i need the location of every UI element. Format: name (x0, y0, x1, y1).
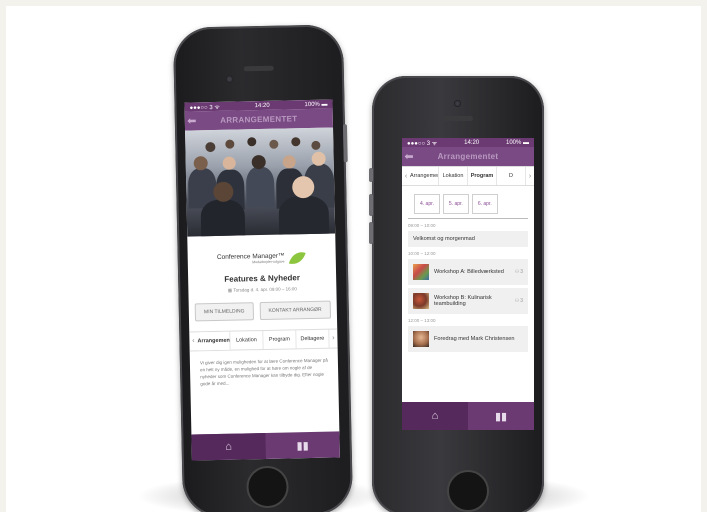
battery-indicator: 100% ▬ (304, 101, 328, 108)
workshop-a-thumbnail (413, 264, 429, 280)
nav-bar: ⬅ Arrangementet (402, 147, 534, 166)
tab-arrangement[interactable]: Arrangementet (197, 331, 231, 350)
event-title: Features & Nyheder (224, 272, 301, 284)
day-chip-1[interactable]: 4. apr. (414, 194, 440, 214)
workshop-b-thumbnail (413, 293, 429, 309)
program-item-title: Foredrag med Mark Christensen (434, 336, 515, 342)
power-button (342, 124, 348, 163)
action-buttons: MIN TILMELDING KONTAKT ARRANGØR (189, 300, 337, 321)
tabs-left-chevron-icon[interactable]: ‹ (402, 173, 410, 180)
speaker-photo (413, 331, 429, 347)
volume-down-button (369, 222, 373, 244)
carrier-signal: ●●●○○ 3 ᯤ (189, 104, 220, 112)
participant-count: 3 (520, 269, 523, 275)
event-tabs: ‹ Arrangementet Lokation Program D › (402, 166, 534, 186)
contact-organizer-button[interactable]: KONTAKT ARRANGØR (259, 300, 331, 320)
status-time: 14:20 (254, 102, 270, 109)
conference-manager-logo: Conference Manager™ Medarbejder-udgave (217, 249, 307, 269)
my-signup-button[interactable]: MIN TILMELDING (194, 301, 254, 321)
home-icon[interactable]: ⌂ (191, 432, 266, 461)
product-photo: ●●●○○ 3 ᯤ 14:20 100% ▬ ⬅ ARRANGEMENTET C… (6, 6, 701, 512)
volume-up-button (369, 194, 373, 216)
participant-icon: ⚇ (514, 269, 520, 275)
bar-chart-icon[interactable]: ▮▮ (468, 402, 534, 430)
tab-program[interactable]: Program (468, 167, 497, 185)
bar-chart-icon[interactable]: ▮▮ (265, 431, 340, 459)
time-slot: 12:00 – 13:00 (408, 318, 436, 323)
front-camera (225, 75, 234, 83)
left-phone: ●●●○○ 3 ᯤ 14:20 100% ▬ ⬅ ARRANGEMENTET C… (172, 24, 354, 512)
tab-participants[interactable]: D (497, 167, 526, 185)
home-button (246, 465, 289, 509)
bottom-tab-bar: ⌂ ▮▮ (402, 402, 534, 430)
leaf-logo-icon (288, 251, 306, 264)
tabs-right-chevron-icon[interactable]: › (329, 334, 337, 342)
program-item[interactable]: Workshop B: Kulinarisk teambuilding ⚇ 3 (408, 288, 528, 314)
program-item[interactable]: Workshop A: Billedværksted ⚇ 3 (408, 259, 528, 285)
mute-switch (369, 168, 373, 182)
tabs-right-chevron-icon[interactable]: › (526, 173, 534, 180)
participant-icon: ⚇ (514, 298, 520, 304)
day-chip-3[interactable]: 6. apr. (471, 194, 498, 214)
tab-arrangement[interactable]: Arrangementet (410, 167, 439, 185)
carrier-signal: ●●●○○ 3 ᯤ (407, 140, 438, 147)
day-selector: 4. apr. 5. apr. 6. apr. (408, 186, 528, 219)
battery-indicator: 100% ▬ (505, 139, 529, 146)
right-phone: ●●●○○ 3 ᯤ 14:20 100% ▬ ⬅ Arrangementet ‹… (369, 76, 544, 512)
earpiece (443, 116, 473, 121)
participant-count: 3 (520, 298, 523, 304)
nav-title: Arrangementet (437, 152, 499, 161)
tab-program[interactable]: Program (263, 329, 297, 349)
tabs-left-chevron-icon[interactable]: ‹ (189, 337, 197, 344)
event-date-line: ▦ Torsdag d. 4. apr. 09:00 – 16:00 (188, 285, 336, 294)
day-chip-2[interactable]: 5. apr. (442, 194, 469, 214)
program-list: 09:00 – 10:00 Velkomst og morgenmad 10:0… (402, 223, 534, 352)
program-item[interactable]: Foredrag med Mark Christensen (408, 326, 528, 352)
bottom-tab-bar: ⌂ ▮▮ (191, 431, 340, 461)
program-item-title: Workshop B: Kulinarisk teambuilding (434, 295, 492, 307)
nav-title: ARRANGEMENTET (220, 114, 298, 125)
status-time: 14:20 (464, 139, 480, 146)
event-description: Vi giver dig igen muligheden for at lære… (199, 357, 328, 386)
tab-participants[interactable]: Deltagere (296, 329, 330, 348)
right-screen: ●●●○○ 3 ᯤ 14:20 100% ▬ ⬅ Arrangementet ‹… (402, 138, 534, 430)
status-bar: ●●●○○ 3 ᯤ 14:20 100% ▬ (402, 138, 534, 147)
tab-location[interactable]: Lokation (230, 330, 264, 350)
home-icon[interactable]: ⌂ (402, 402, 468, 430)
tab-location[interactable]: Lokation (439, 167, 468, 185)
program-item-title: Workshop A: Billedværksted (434, 269, 504, 275)
time-slot: 09:00 – 10:00 (408, 223, 436, 228)
event-info: Conference Manager™ Medarbejder-udgave F… (187, 233, 337, 321)
left-screen: ●●●○○ 3 ᯤ 14:20 100% ▬ ⬅ ARRANGEMENTET C… (184, 99, 340, 461)
program-item[interactable]: Velkomst og morgenmad (408, 231, 528, 247)
calendar-icon: ▦ (227, 287, 233, 293)
event-date: Torsdag d. 4. apr. 09:00 – 16:00 (233, 285, 297, 293)
home-button (447, 470, 489, 512)
program-item-title: Velkomst og morgenmad (413, 236, 475, 242)
conference-audience-photo (185, 127, 336, 237)
front-camera (454, 100, 461, 107)
time-slot: 10:00 – 12:00 (408, 251, 436, 256)
earpiece (243, 65, 274, 72)
